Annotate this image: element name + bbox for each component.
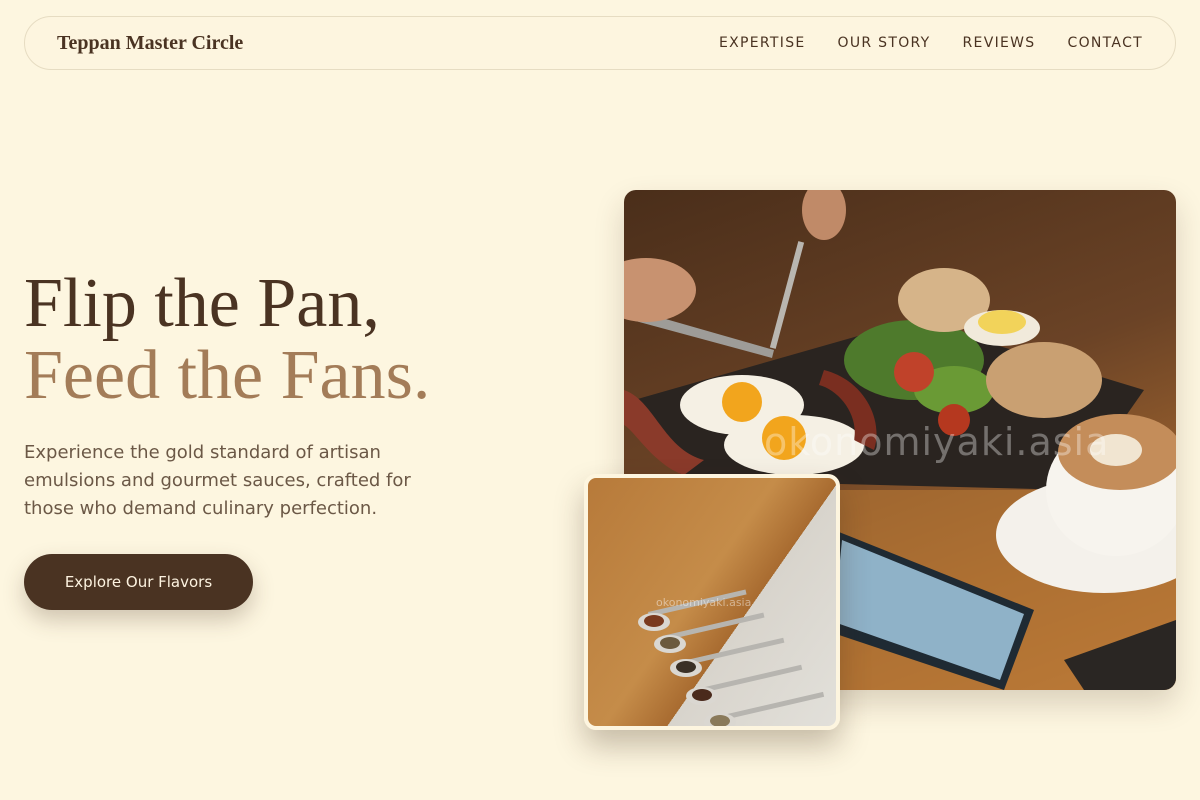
nav-link-expertise[interactable]: EXPERTISE	[719, 35, 806, 51]
spice-spoons-photo: okonomiyaki.asia	[584, 474, 840, 730]
hero-subtitle: Experience the gold standard of artisan …	[24, 442, 411, 519]
top-navbar: Teppan Master Circle EXPERTISE OUR STORY…	[24, 16, 1176, 70]
hero-title: Flip the Pan, Feed the Fans.	[24, 268, 430, 412]
nav-link-reviews[interactable]: REVIEWS	[963, 35, 1036, 51]
nav-link-our-story[interactable]: OUR STORY	[838, 35, 931, 51]
explore-flavors-button[interactable]: Explore Our Flavors	[24, 554, 253, 610]
nav-links: EXPERTISE OUR STORY REVIEWS CONTACT	[719, 35, 1143, 51]
nav-link-contact[interactable]: CONTACT	[1068, 35, 1144, 51]
inset-photo-watermark: okonomiyaki.asia	[656, 596, 752, 609]
hero-title-line-1: Flip the Pan,	[24, 265, 380, 342]
hero-title-line-2: Feed the Fans.	[24, 337, 431, 414]
brand-logo-text[interactable]: Teppan Master Circle	[57, 32, 243, 55]
main-photo-watermark: okonomiyaki.asia	[764, 420, 1110, 464]
